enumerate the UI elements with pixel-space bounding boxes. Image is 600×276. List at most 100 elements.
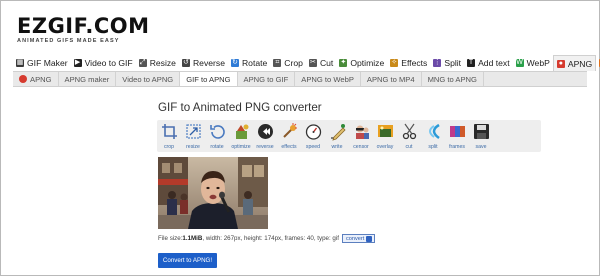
subnav-mng-to-apng[interactable]: MNG to APNG [422,72,484,86]
crop-icon: ⌗ [273,59,282,67]
nav-item-label: Resize [149,58,176,68]
add-text-icon: T [467,59,476,67]
subnav-apng-to-mp4[interactable]: APNG to MP4 [361,72,422,86]
subnav-label: GIF to APNG [186,74,231,84]
main-nav: ▦ GIF Maker ▶ Video to GIF ⤢ Resize ↺ Reverse ↻ R… [13,55,600,71]
tool-crop[interactable]: crop [157,120,181,152]
subnav-gif-to-apng[interactable]: GIF to APNG [180,72,238,86]
scissors-icon: ✂ [308,59,317,67]
reverse-icon: ↺ [181,59,190,67]
logo[interactable]: EZGIF.COM ANIMATED GIFS MADE EASY [17,15,149,47]
subnav-apng[interactable]: APNG [13,72,59,86]
crop-tool-icon [160,122,179,141]
tool-label: effects [281,144,297,150]
tool-optimize[interactable]: optimize [229,120,253,152]
tool-write[interactable]: write [325,120,349,152]
gif-maker-icon: ▦ [16,59,24,67]
subnav-label: APNG to GIF [243,74,289,84]
tool-label: censor [353,144,369,150]
subnav-apng-to-webp[interactable]: APNG to WebP [295,72,361,86]
convert-format-button[interactable]: convert [341,234,376,243]
nav-item-label: Add text [478,58,510,68]
nav-item-label: GIF Maker [27,58,68,68]
tool-reverse[interactable]: reverse [253,120,277,152]
nav-item-effects[interactable]: ✧ Effects [387,55,430,71]
nav-item-label: APNG [567,58,593,69]
subnav-label: APNG [30,74,52,84]
dropdown-icon [366,235,373,242]
page-frame: EZGIF.COM ANIMATED GIFS MADE EASY ▦ GIF M… [0,0,600,276]
split-icon: ⋮ [433,59,442,67]
frames-tool-icon [448,122,467,141]
nav-item-resize[interactable]: ⤢ Resize [136,55,179,71]
tool-label: rotate [210,144,224,150]
subnav-label: Video to APNG [122,74,174,84]
apng-icon: ● [556,59,565,68]
cut-tool-icon [400,122,419,141]
save-tool-icon [472,122,491,141]
nav-item-reverse[interactable]: ↺ Reverse [179,55,228,71]
nav-item-label: Optimize [350,58,385,68]
preview-photo [158,157,268,229]
optimize-tool-icon [232,122,251,141]
tool-censor[interactable]: censor [349,120,373,152]
nav-item-label: Crop [284,58,303,68]
subnav-apng-maker[interactable]: APNG maker [59,72,117,86]
tool-save[interactable]: save [469,120,493,152]
nav-item-rotate[interactable]: ↻ Rotate [228,55,270,71]
nav-item-cut[interactable]: ✂ Cut [306,55,336,71]
tool-rotate[interactable]: rotate [205,120,229,152]
nav-item-crop[interactable]: ⌗ Crop [270,55,306,71]
nav-item-webp[interactable]: W WebP [513,55,553,71]
nav-item-video-to-gif[interactable]: ▶ Video to GIF [71,55,136,71]
effects-icon: ✧ [390,59,399,67]
tool-label: optimize [231,144,251,150]
sub-nav: APNG APNG maker Video to APNG GIF to APNG AP… [13,71,587,87]
tool-label: write [331,144,343,150]
file-info-prefix: File size: [158,235,183,242]
tool-label: save [475,144,487,150]
nav-item-add-text[interactable]: T Add text [464,55,513,71]
tool-cut[interactable]: cut [397,120,421,152]
nav-item-gif-maker[interactable]: ▦ GIF Maker [13,55,71,71]
tool-effects[interactable]: effects [277,120,301,152]
tool-split[interactable]: split [421,120,445,152]
tool-label: split [428,144,438,150]
convert-to-apng-button[interactable]: Convert to APNG! [158,253,217,268]
file-info-details: , width: 267px, height: 174px, frames: 4… [202,235,339,242]
subnav-label: APNG maker [64,74,110,84]
file-size-value: 1.1MiB [182,235,203,242]
nav-item-optimize[interactable]: ✦ Optimize [336,55,387,71]
subnav-label: MNG to APNG [427,74,477,84]
nav-item-label: Video to GIF [84,58,133,68]
nav-item-avif[interactable]: ✚AVIF [596,55,600,71]
tool-overlay[interactable]: overlay [373,120,397,152]
tool-label: overlay [376,144,394,150]
nav-item-label: Split [444,58,462,68]
convert-format-label: convert [345,235,365,242]
nav-item-label: Cut [319,58,334,68]
apng-icon [19,75,27,83]
tool-frames[interactable]: frames [445,120,469,152]
split-tool-icon [424,122,443,141]
resize-icon: ⤢ [138,59,147,67]
subnav-video-to-apng[interactable]: Video to APNG [116,72,181,86]
tool-toolbar: crop resize rotate optimize reverse effects sp… [157,120,541,152]
resize-tool-icon [184,122,203,141]
tool-label: cut [405,144,413,150]
nav-item-split[interactable]: ⋮ Split [430,55,464,71]
nav-item-label: Effects [401,58,428,68]
subnav-label: APNG to MP4 [366,74,415,84]
logo-tagline: ANIMATED GIFS MADE EASY [17,38,120,44]
tool-speed[interactable]: speed [301,120,325,152]
webp-icon: W [515,59,524,67]
gif-preview-image [158,157,268,229]
subnav-apng-to-gif[interactable]: APNG to GIF [238,72,296,86]
tool-label: resize [186,144,200,150]
tool-resize[interactable]: resize [181,120,205,152]
effects-tool-icon [280,122,299,141]
censor-tool-icon [352,122,371,141]
video-icon: ▶ [73,59,82,67]
rotate-icon: ↻ [230,59,239,67]
nav-item-apng[interactable]: ● APNG [552,55,597,71]
